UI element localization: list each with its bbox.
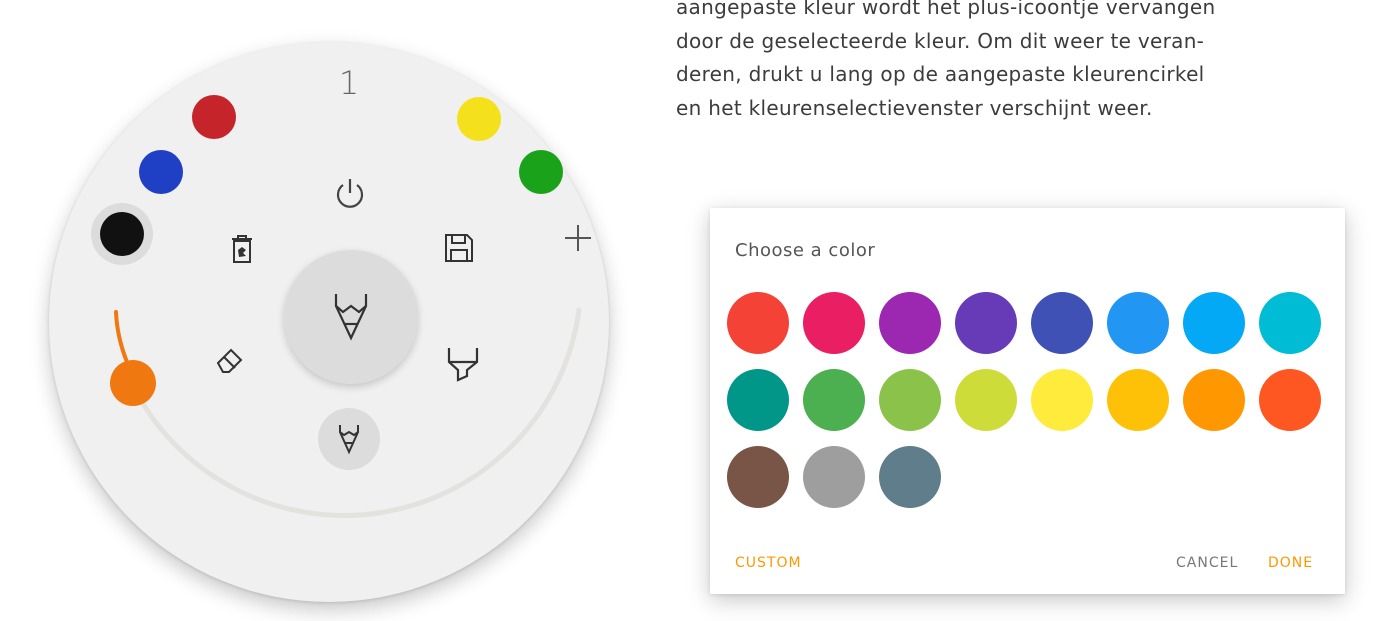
paragraph-line: aangepaste kleur wordt het plus-icoontje… [676,0,1216,19]
palette-color-swatch[interactable] [955,292,1017,354]
palette-color-swatch[interactable] [1031,292,1093,354]
palette-color-swatch[interactable] [1259,292,1321,354]
palette-color-swatch[interactable] [1107,292,1169,354]
palette-color-swatch[interactable] [727,292,789,354]
thickness-slider-handle[interactable] [110,360,156,406]
palette-color-swatch[interactable] [1183,369,1245,431]
paragraph-line: en het kleurenselectievenster verschijnt… [676,95,1153,120]
instruction-paragraph: aangepaste kleur wordt het plus-icoontje… [676,0,1356,125]
palette-color-swatch[interactable] [803,446,865,508]
palette-color-swatch[interactable] [1183,292,1245,354]
palette-color-swatch[interactable] [803,292,865,354]
palette-color-swatch[interactable] [727,446,789,508]
radial-menu: 1 [49,42,609,602]
palette-color-swatch[interactable] [879,369,941,431]
palette-color-swatch[interactable] [955,369,1017,431]
thickness-slider-track[interactable] [49,42,609,602]
done-button[interactable]: DONE [1268,555,1313,571]
dialog-title: Choose a color [735,240,876,261]
palette-color-swatch[interactable] [879,446,941,508]
custom-button[interactable]: CUSTOM [735,555,802,571]
cancel-button[interactable]: CANCEL [1176,555,1238,571]
palette-color-swatch[interactable] [803,369,865,431]
color-picker-dialog: Choose a color CUSTOM CANCEL DONE [710,208,1345,594]
palette-color-swatch[interactable] [727,369,789,431]
palette-color-swatch[interactable] [1107,369,1169,431]
palette-color-swatch[interactable] [879,292,941,354]
palette-color-swatch[interactable] [1259,369,1321,431]
paragraph-line: deren, drukt u lang op de aangepaste kle… [676,62,1205,86]
paragraph-line: door de geselecteerde kleur. Om dit weer… [676,28,1205,53]
palette-color-swatch[interactable] [1031,369,1093,431]
